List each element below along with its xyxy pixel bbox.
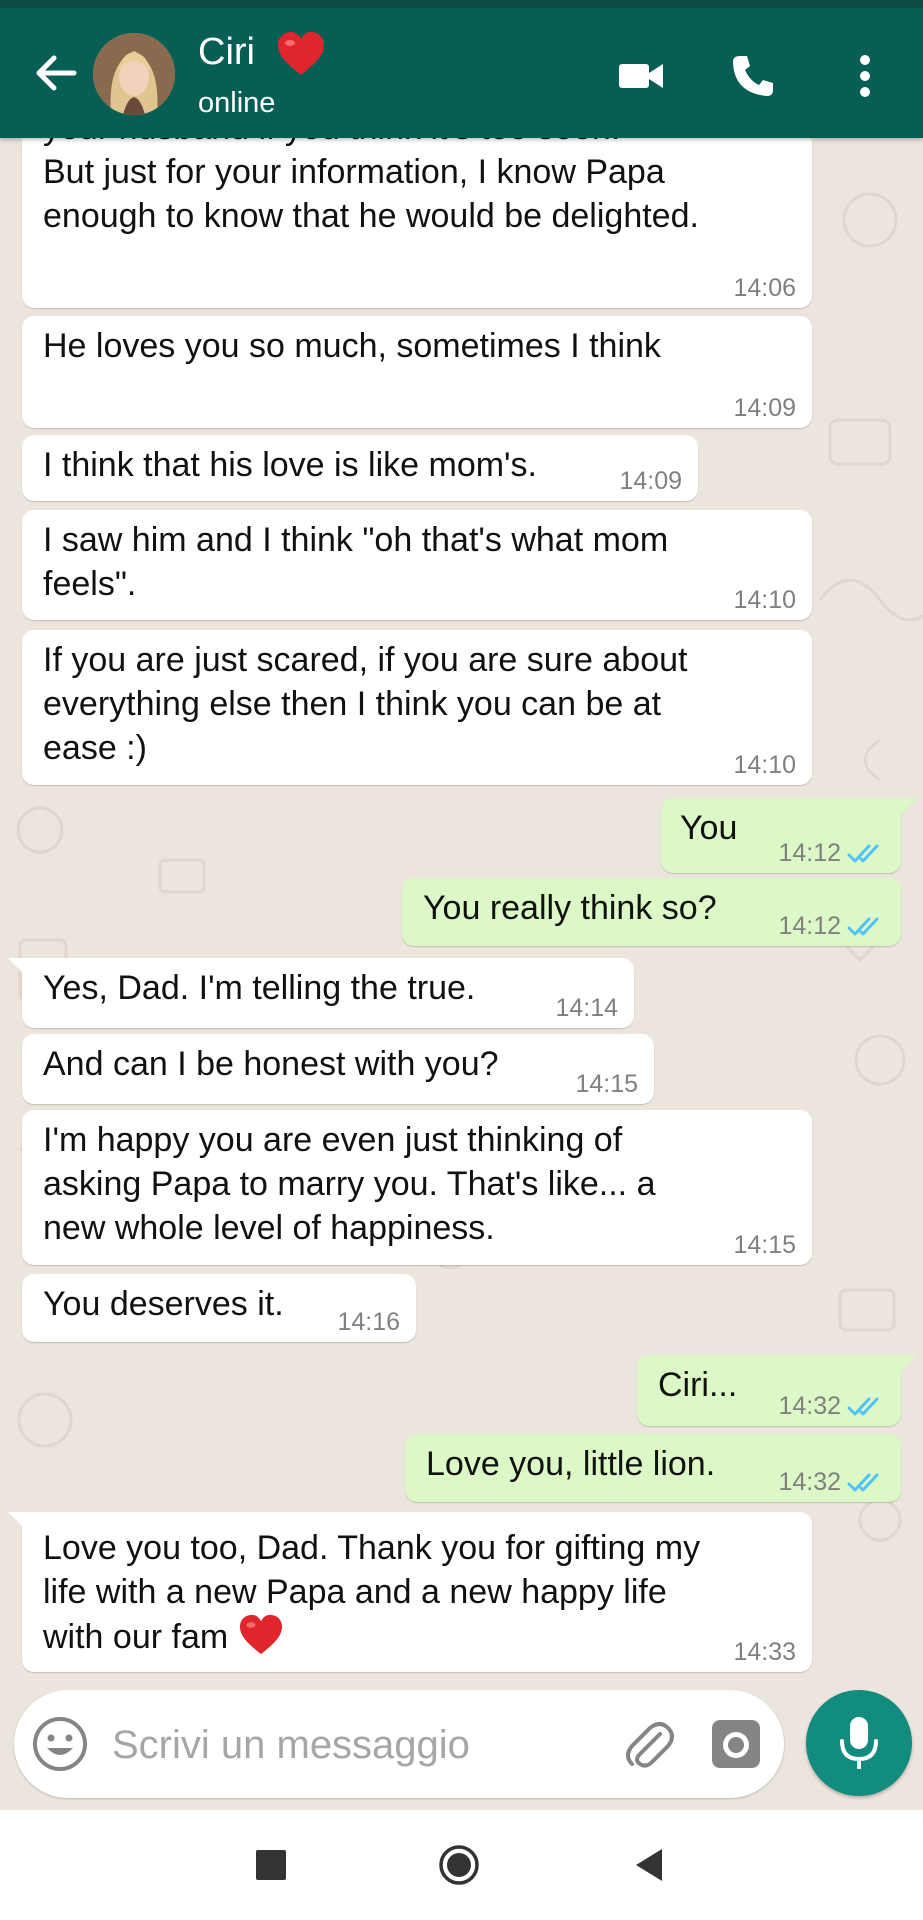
message-time: 14:15: [575, 1070, 638, 1098]
message-bubble-incoming[interactable]: Yes, Dad. I'm telling the true. 14:14: [8, 958, 634, 1028]
mic-icon: [840, 1717, 878, 1769]
message-time: 14:12: [778, 912, 841, 940]
avatar[interactable]: [93, 33, 175, 115]
message-bubble-incoming[interactable]: He loves you so much, sometimes I think …: [22, 316, 812, 428]
message-text: I think that his love is like mom's.: [43, 446, 537, 484]
message-input[interactable]: [112, 1720, 512, 1770]
emoji-icon[interactable]: [30, 1714, 90, 1774]
mic-button[interactable]: [806, 1690, 912, 1796]
message-bubble-incoming[interactable]: If you are just scared, if you are sure …: [22, 630, 812, 785]
message-time: 14:12: [778, 839, 841, 867]
contact-name: Ciri: [198, 31, 255, 73]
message-time: 14:33: [733, 1638, 796, 1666]
read-ticks-icon: [847, 1397, 879, 1416]
recents-button[interactable]: [256, 1850, 286, 1880]
message-bubble-outgoing[interactable]: You really think so? 14:12: [402, 878, 901, 946]
message-text-content: Love you too, Dad. Thank you for gifting…: [43, 1529, 701, 1656]
message-time: 14:16: [337, 1308, 400, 1336]
back-button[interactable]: [634, 1847, 664, 1883]
message-text: I saw him and I think "oh that's what mo…: [43, 521, 669, 603]
message-bubble-incoming[interactable]: I think that his love is like mom's. 14:…: [22, 435, 698, 501]
message-bubble-incoming[interactable]: I'm happy you are even just thinking of …: [22, 1110, 812, 1265]
read-ticks-icon: [847, 1473, 879, 1492]
message-time: 14:10: [733, 751, 796, 779]
read-ticks-icon: [847, 917, 879, 936]
read-ticks-icon: [847, 844, 879, 863]
message-text: Yes, Dad. I'm telling the true.: [43, 969, 476, 1007]
message-bubble-outgoing[interactable]: Ciri... 14:32: [637, 1355, 917, 1426]
message-time: 14:15: [733, 1231, 796, 1259]
red-heart-emoji: [239, 1614, 282, 1655]
chat-header: Ciri online: [0, 8, 923, 138]
message-time: 14:10: [733, 586, 796, 614]
attach-icon[interactable]: [620, 1716, 676, 1772]
status-bar: [0, 0, 923, 8]
camera-icon[interactable]: [710, 1718, 762, 1770]
system-navigation-bar: [0, 1810, 923, 1920]
message-time: 14:09: [619, 467, 682, 495]
message-time: 14:06: [733, 274, 796, 302]
message-text: I'm happy you are even just thinking of …: [43, 1121, 656, 1247]
message-time: 14:14: [555, 994, 618, 1022]
message-time: 14:09: [733, 394, 796, 422]
message-text: Ciri...: [658, 1366, 738, 1404]
message-bubble-incoming[interactable]: You deserves it. 14:16: [22, 1274, 416, 1342]
home-button[interactable]: [438, 1844, 480, 1886]
message-text: And can I be honest with you?: [43, 1045, 499, 1083]
chat-screen: Ciri online your husband if you think it…: [0, 0, 923, 1920]
more-options-icon[interactable]: [850, 53, 880, 99]
message-bubble-outgoing[interactable]: Love you, little lion. 14:32: [405, 1434, 901, 1502]
back-arrow-icon[interactable]: [30, 48, 80, 98]
message-time: 14:32: [778, 1468, 841, 1496]
message-text: He loves you so much, sometimes I think: [43, 327, 661, 365]
message-bubble-incoming[interactable]: Love you too, Dad. Thank you for gifting…: [8, 1512, 812, 1672]
contact-name-row[interactable]: Ciri: [198, 30, 326, 77]
message-bubble-incoming[interactable]: I saw him and I think "oh that's what mo…: [22, 510, 812, 620]
message-bubble-incoming[interactable]: And can I be honest with you? 14:15: [22, 1034, 654, 1104]
phone-icon[interactable]: [730, 53, 776, 99]
message-text: If you are just scared, if you are sure …: [43, 641, 688, 767]
contact-status: online: [198, 87, 276, 119]
message-time: 14:32: [778, 1392, 841, 1420]
bubble-tail: [897, 798, 917, 818]
bubble-tail: [897, 1355, 917, 1375]
video-call-icon[interactable]: [618, 53, 664, 99]
heart-emoji: [277, 31, 324, 75]
message-text: Love you too, Dad. Thank you for gifting…: [43, 1526, 790, 1659]
bubble-tail: [8, 1512, 28, 1532]
message-bubble-outgoing[interactable]: You 14:12: [661, 798, 917, 873]
bubble-tail: [8, 958, 28, 978]
message-composer: [14, 1690, 784, 1798]
